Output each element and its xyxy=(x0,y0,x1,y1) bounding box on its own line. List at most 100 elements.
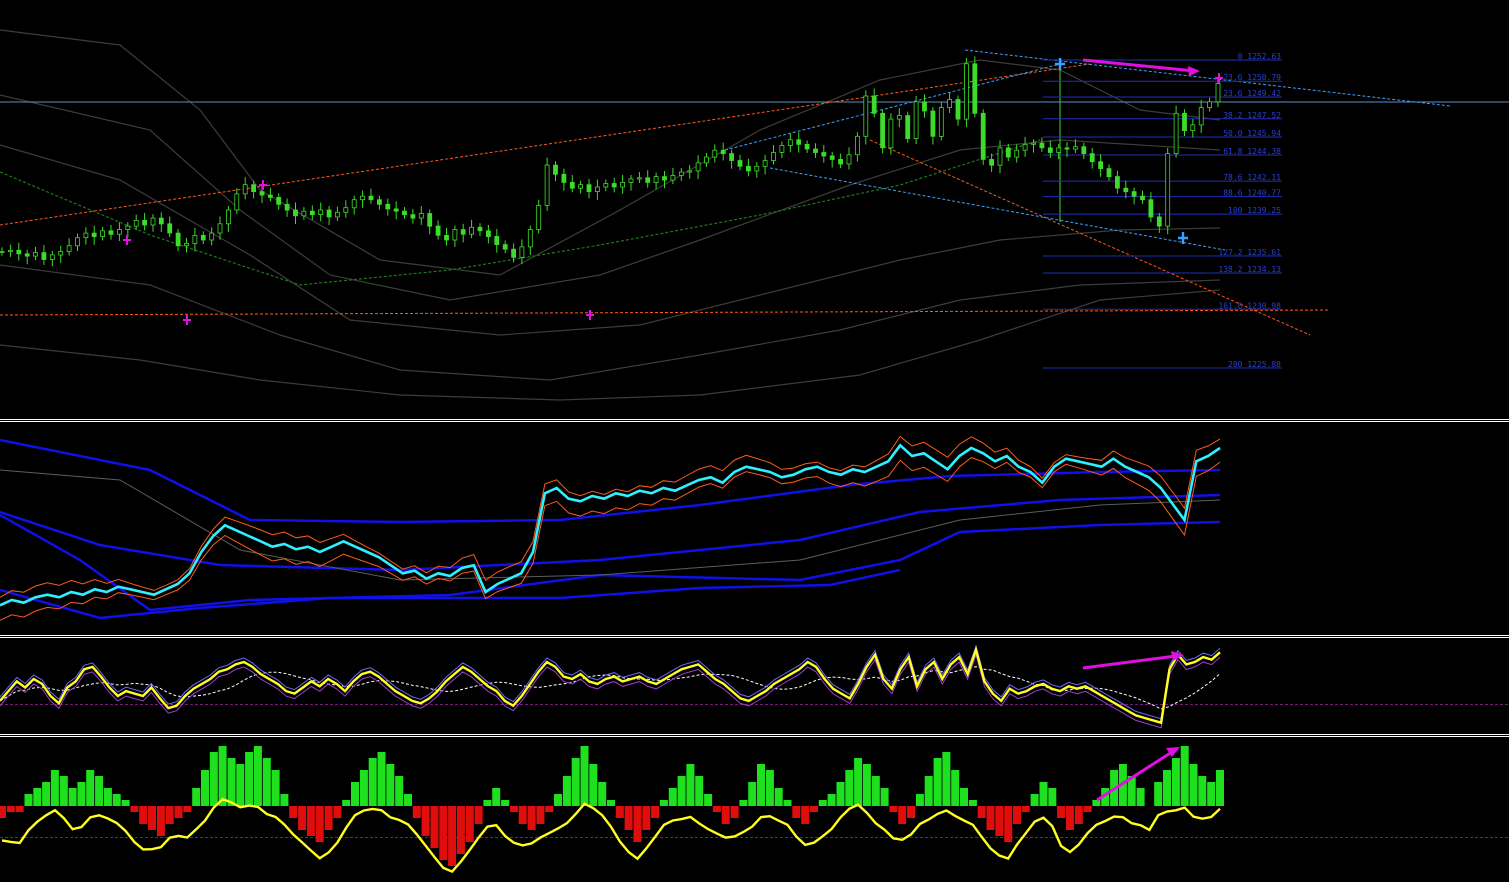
candle-body xyxy=(1156,216,1162,227)
candle-body xyxy=(1173,112,1179,155)
candle-body xyxy=(863,95,869,137)
histogram-bar xyxy=(395,776,404,806)
fib-level-label: 100 1239.25 xyxy=(1228,206,1281,215)
candle-body xyxy=(452,229,458,241)
candle-body xyxy=(829,155,835,160)
candle-body xyxy=(1123,187,1129,193)
histogram-bar xyxy=(112,794,121,806)
candle-body xyxy=(720,149,726,155)
candle-body xyxy=(804,143,810,150)
histogram-bar xyxy=(792,806,801,818)
candle-body xyxy=(150,217,156,226)
candle-body xyxy=(737,160,743,167)
candle-body xyxy=(1198,107,1204,126)
histogram-bar xyxy=(704,794,713,806)
candle-body xyxy=(0,251,5,253)
histogram-bar xyxy=(148,806,156,830)
candle-body xyxy=(930,110,936,137)
histogram-bar xyxy=(562,776,571,806)
histogram-bar xyxy=(342,800,351,806)
histogram-bar xyxy=(430,806,439,848)
candle-body xyxy=(276,196,282,205)
candle-body xyxy=(24,253,30,257)
candle-body xyxy=(787,139,793,147)
fib-level-label: 88.6 1240.77 xyxy=(1223,189,1281,198)
histogram-bar xyxy=(0,806,6,818)
candle-body xyxy=(334,211,340,218)
candle-body xyxy=(200,234,206,241)
histogram-bar xyxy=(783,800,792,806)
histogram-bar xyxy=(1198,776,1207,806)
histogram-bar xyxy=(448,806,457,866)
candle-body xyxy=(553,164,558,175)
histogram-bar xyxy=(836,782,845,806)
candle-body xyxy=(167,223,173,234)
candle-body xyxy=(192,234,198,244)
candle-body xyxy=(695,162,701,172)
histogram-bar xyxy=(227,758,236,806)
histogram-bar xyxy=(95,776,104,806)
fib-level-label: 23.6 1250.79 xyxy=(1223,73,1281,82)
candle-body xyxy=(1148,199,1154,218)
histogram-bar xyxy=(130,806,139,812)
histogram-bar xyxy=(24,794,33,806)
candle-body xyxy=(1022,143,1028,151)
candle-body xyxy=(687,170,693,173)
candle-body xyxy=(779,145,785,153)
candle-body xyxy=(427,213,433,227)
histogram-bar xyxy=(412,806,421,818)
candle-body xyxy=(620,181,625,188)
histogram-bar xyxy=(739,800,748,806)
histogram-bar xyxy=(1154,782,1163,806)
histogram-bar xyxy=(351,782,359,806)
candle-body xyxy=(360,195,366,201)
candle-body xyxy=(846,154,852,165)
fib-level-label: 127.2 1235.61 xyxy=(1218,248,1281,257)
candle-body xyxy=(1014,149,1020,158)
candle-body xyxy=(1056,147,1062,153)
histogram-bar xyxy=(933,758,942,806)
candle-body xyxy=(326,209,332,218)
candle-body xyxy=(746,165,751,172)
candle-body xyxy=(91,232,97,238)
candle-body xyxy=(1182,112,1187,132)
histogram-bar xyxy=(1030,794,1039,806)
candle-body xyxy=(519,246,525,258)
candle-body xyxy=(33,252,38,257)
candle-body xyxy=(368,195,374,201)
histogram-bar xyxy=(192,788,201,806)
histogram-bar xyxy=(951,770,960,806)
candle-body xyxy=(284,203,290,211)
candle-body xyxy=(771,152,776,162)
histogram-bar xyxy=(42,782,51,806)
histogram-bar xyxy=(924,776,933,806)
candle-body xyxy=(435,225,441,236)
candle-body xyxy=(947,99,952,109)
candle-body xyxy=(561,173,567,183)
trading-chart[interactable]: 0 1252.63 23.6 1250.79 23.6 1249.42 38.2 12… xyxy=(0,0,1509,882)
histogram-bar xyxy=(174,806,183,818)
candle-body xyxy=(393,208,399,212)
histogram-bar xyxy=(59,776,68,806)
candle-body xyxy=(813,148,818,153)
histogram-bar xyxy=(960,788,968,806)
candle-body xyxy=(209,232,215,241)
candle-body xyxy=(653,176,659,183)
candle-body xyxy=(402,210,407,216)
candle-body xyxy=(234,193,240,211)
histogram-bar xyxy=(280,794,289,806)
histogram-bar xyxy=(774,788,783,806)
histogram-bar xyxy=(201,770,209,806)
candle-body xyxy=(1190,124,1196,132)
candle-body xyxy=(1047,147,1053,153)
histogram-bar xyxy=(845,770,854,806)
histogram-bar xyxy=(456,806,465,854)
histogram-bar xyxy=(183,806,192,812)
candle-body xyxy=(460,229,466,235)
histogram-bar xyxy=(536,806,545,824)
histogram-bar xyxy=(818,800,827,806)
candle-body xyxy=(922,101,927,112)
candle-body xyxy=(796,139,802,145)
histogram-bar xyxy=(103,788,112,806)
fib-level-label: 161.8 1230.98 xyxy=(1218,301,1281,310)
